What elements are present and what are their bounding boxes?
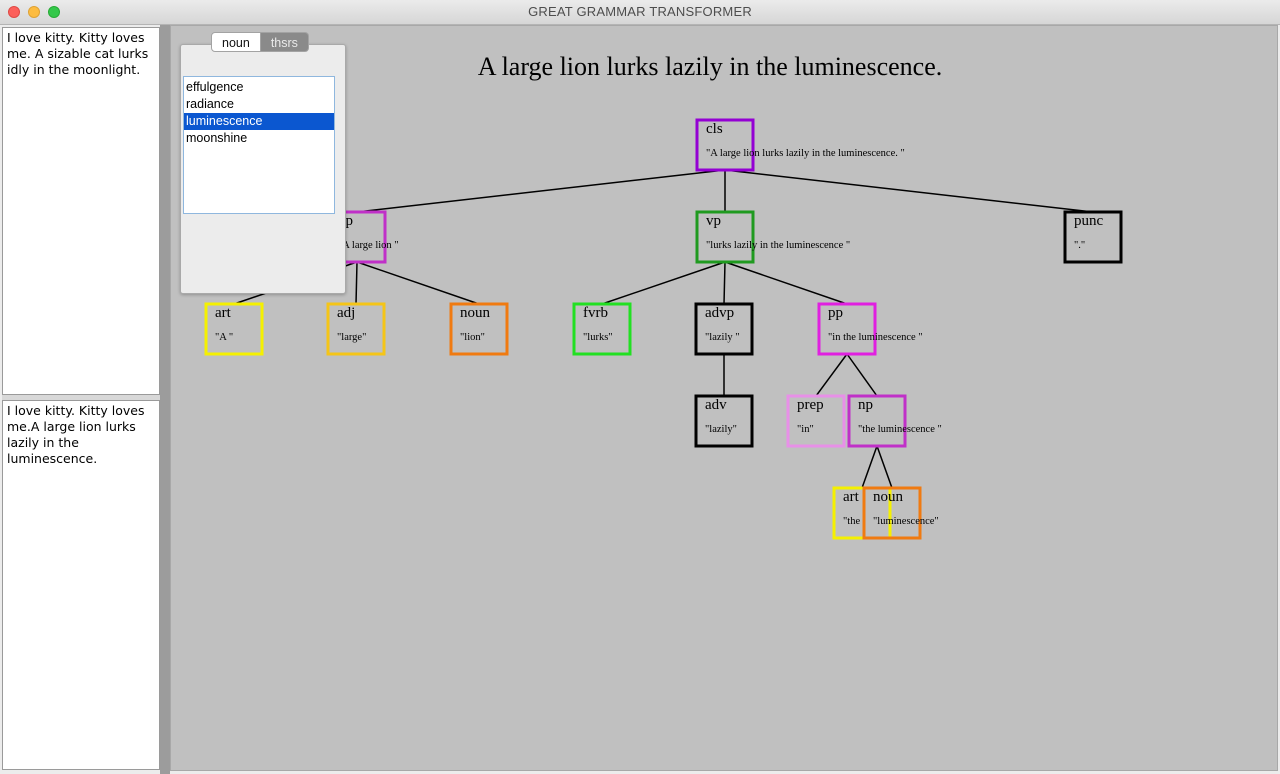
tree-edge (876, 445, 893, 489)
node-label: adj (337, 305, 355, 321)
node-phrase: "luminescence" (873, 516, 939, 527)
tree-node-advp[interactable]: advp "lazily " (694, 302, 754, 356)
synonym-item[interactable]: radiance (184, 96, 334, 113)
node-label: punc (1074, 213, 1104, 229)
tree-node-fvrb[interactable]: fvrb "lurks" (572, 302, 632, 356)
node-phrase: "A large lion " (338, 240, 399, 251)
tree-edge (601, 261, 726, 305)
source-text-area[interactable]: I love kitty. Kitty loves me. A sizable … (2, 27, 160, 395)
tree-node-adv[interactable]: adv "lazily" (694, 394, 754, 448)
node-label: vp (706, 213, 721, 229)
node-label: prep (797, 397, 824, 413)
node-phrase: "." (1074, 240, 1085, 251)
node-phrase: "lazily" (705, 424, 737, 435)
node-phrase: "in" (797, 424, 814, 435)
thesaurus-tabs: noun thsrs (211, 32, 309, 54)
tree-edge (724, 169, 1094, 213)
node-phrase: "the (843, 516, 860, 527)
node-label: art (843, 489, 860, 505)
tree-node-punc[interactable]: punc "." (1063, 210, 1123, 264)
tree-node-noun2[interactable]: noun "luminescence" (862, 486, 939, 540)
synonym-item[interactable]: luminescence (184, 113, 334, 130)
node-label: fvrb (583, 305, 608, 321)
tree-node-np2[interactable]: np "the luminescence " (847, 394, 942, 448)
node-phrase: "lazily " (705, 332, 740, 343)
node-phrase: "the luminescence " (858, 424, 942, 435)
app-window: GREAT GRAMMAR TRANSFORMER I love kitty. … (0, 0, 1280, 774)
transformed-text-area[interactable]: I love kitty. Kitty loves me.A large lio… (2, 400, 160, 770)
title-bar: GREAT GRAMMAR TRANSFORMER (0, 0, 1280, 25)
tree-node-prep[interactable]: prep "in" (786, 394, 846, 448)
node-label: np (858, 397, 873, 413)
main-split-divider[interactable] (160, 25, 170, 774)
tree-edge (723, 261, 726, 305)
tree-edge (846, 353, 878, 397)
synonym-item[interactable]: effulgence (184, 79, 334, 96)
node-label: advp (705, 305, 734, 321)
node-phrase: "A " (215, 332, 233, 343)
tree-node-cls[interactable]: cls "A large lion lurks lazily in the lum… (695, 118, 905, 172)
tree-node-noun1[interactable]: noun "lion" (449, 302, 509, 356)
node-label: adv (705, 397, 727, 413)
node-phrase: "lurks" (583, 332, 613, 343)
node-label: noun (460, 305, 491, 321)
node-phrase: "lion" (460, 332, 485, 343)
tree-node-pp[interactable]: pp "in the luminescence " (817, 302, 923, 356)
node-phrase: "A large lion lurks lazily in the lumine… (706, 148, 905, 159)
tree-node-art1[interactable]: art "A " (204, 302, 264, 356)
tree-edge (724, 261, 848, 305)
tree-edge (861, 445, 878, 489)
tab-noun[interactable]: noun (211, 32, 261, 52)
node-label: cls (706, 121, 723, 137)
node-phrase: "lurks lazily in the luminescence " (706, 240, 850, 251)
node-label: art (215, 305, 232, 321)
synonym-list[interactable]: effulgence radiance luminescence moonshine (183, 76, 335, 214)
thesaurus-panel: noun thsrs effulgence radiance luminescenc… (180, 32, 346, 294)
node-phrase: "large" (337, 332, 366, 343)
tree-edge (356, 169, 726, 213)
node-label: noun (873, 489, 904, 505)
synonym-item[interactable]: moonshine (184, 130, 334, 147)
tree-edge (815, 353, 848, 397)
window-title: GREAT GRAMMAR TRANSFORMER (528, 4, 752, 19)
tab-thsrs[interactable]: thsrs (260, 32, 309, 52)
tree-edge (355, 261, 358, 305)
tree-edge (356, 261, 480, 305)
node-phrase: "in the luminescence " (828, 332, 923, 343)
tree-node-adj[interactable]: adj "large" (326, 302, 386, 356)
node-label: pp (828, 305, 843, 321)
tree-node-vp[interactable]: vp "lurks lazily in the luminescence " (695, 210, 850, 264)
